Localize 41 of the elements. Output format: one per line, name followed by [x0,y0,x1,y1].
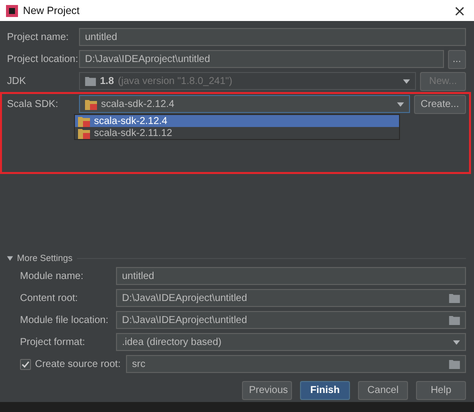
caret-icon [403,78,410,84]
field-label: JDK [7,76,27,86]
library-icon [78,116,90,126]
field-label: Module file location: [20,314,110,326]
field-label: Content root: [20,292,79,304]
input-field[interactable]: D:\Java\IDEAproject\untitled [116,311,466,329]
input-field[interactable]: D:\Java\IDEAproject\untitled [79,50,444,68]
expanded-icon [7,256,13,260]
browse-button[interactable]: ... [448,50,466,68]
dialog-button[interactable]: Help [416,381,466,400]
create-button[interactable]: Create... [414,94,466,114]
input-field[interactable]: D:\Java\IDEAproject\untitled [116,289,466,307]
folder-icon [85,76,96,86]
sdk-dropdown[interactable]: scala-sdk-2.12.4 [79,95,410,113]
folder-icon [449,294,460,302]
field-label: Project location: [7,54,75,64]
dropdown-option[interactable]: scala-sdk-2.11.12 [75,127,399,139]
field-label: Project format: [20,336,86,348]
window-title: New Project [23,4,80,16]
app-icon [6,4,18,16]
input-field[interactable]: src [126,355,466,373]
dropdown-option[interactable]: scala-sdk-2.12.4 [75,115,399,127]
field-label: Scala SDK: [7,98,60,110]
dialog-button[interactable]: Finish [300,381,350,400]
source-root-checkbox[interactable]: Create source root: [7,358,122,370]
format-dropdown[interactable]: .idea (directory based) [116,333,466,351]
field-label: Project name: [7,32,70,42]
folder-icon [449,316,460,324]
field-label: Module name: [20,270,84,282]
input-field[interactable]: untitled [79,28,466,46]
checkbox-checked-icon [20,358,31,370]
close-button[interactable]: × [451,2,468,20]
dialog-button[interactable]: Cancel [358,381,408,400]
folder-icon [449,360,460,368]
dialog-button[interactable]: Previous [242,381,292,400]
caret-icon [453,340,460,344]
library-icon [78,128,90,138]
caret-icon [396,102,404,106]
more-settings-toggle[interactable]: More Settings [7,253,73,263]
input-field[interactable]: untitled [116,267,466,285]
library-icon [85,98,97,110]
